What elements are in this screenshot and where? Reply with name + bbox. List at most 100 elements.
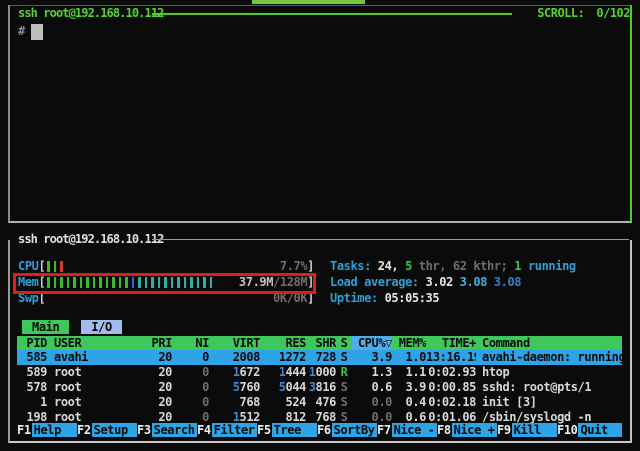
tab-io[interactable]: I/O: [81, 320, 121, 334]
column-header-time[interactable]: TIME+: [426, 336, 476, 350]
fkey-number: F2: [77, 423, 92, 437]
fkey-label: Filter: [212, 423, 257, 437]
column-header-command[interactable]: Command: [476, 336, 622, 350]
fkey-nice-[interactable]: F7Nice -: [377, 423, 437, 437]
fkey-number: F9: [497, 423, 512, 437]
cell-s: S: [336, 380, 352, 395]
column-header-res[interactable]: RES: [260, 336, 306, 350]
fkey-number: F6: [317, 423, 332, 437]
top-ssh-pane[interactable]: [8, 5, 632, 223]
fkey-label: Tree: [272, 423, 317, 437]
cell-shr: 3816: [306, 380, 336, 395]
cell-shr: 1000: [306, 365, 336, 380]
cell-virt: 1672: [209, 365, 260, 380]
column-header-pid[interactable]: PID: [17, 336, 47, 350]
cell-cpu: 3.9: [352, 350, 392, 365]
fkey-sortby[interactable]: F6SortBy: [317, 423, 377, 437]
cell-pid: 1: [17, 395, 47, 410]
table-row[interactable]: 1root200768524476S0.00.40:02.18init [3]: [17, 395, 622, 410]
fkey-number: F1: [17, 423, 32, 437]
column-header-mem[interactable]: MEM%: [392, 336, 426, 350]
top-pane-title: ssh root@192.168.10.112: [18, 6, 163, 20]
function-key-bar: F1HelpF2SetupF3SearchF4FilterF5TreeF6Sor…: [17, 423, 622, 437]
video-progress-artifact: [252, 0, 365, 4]
scroll-value: 0/102: [596, 6, 630, 20]
fkey-search[interactable]: F3Search: [137, 423, 197, 437]
cell-time: 0:00.85: [426, 380, 476, 395]
cell-user: avahi: [47, 350, 137, 365]
column-header-virt[interactable]: VIRT: [209, 336, 260, 350]
fkey-setup[interactable]: F2Setup: [77, 423, 137, 437]
top-title-divider: [152, 13, 512, 15]
column-header-state[interactable]: S: [336, 336, 352, 350]
cell-res: 524: [260, 395, 306, 410]
fkey-tree[interactable]: F5Tree: [257, 423, 317, 437]
bottom-pane-title: ssh root@192.168.10.112: [18, 232, 163, 246]
cell-cmd: htop: [476, 365, 622, 380]
fkey-nice+[interactable]: F8Nice +: [437, 423, 497, 437]
cell-time: 0:02.93: [426, 365, 476, 380]
tab-main[interactable]: Main: [22, 320, 69, 334]
cell-cmd: avahi-daemon: running: [476, 350, 622, 365]
cell-virt: 2008: [209, 350, 260, 365]
htop-tab-bar: Main I/O: [17, 320, 622, 334]
shell-prompt[interactable]: #: [18, 24, 25, 38]
cell-cpu: 0.0: [352, 395, 392, 410]
tasks-summary: Tasks: 24, 5 thr, 62 kthr; 1 running: [330, 259, 630, 274]
column-header-cpu-sorted[interactable]: CPU%▽: [352, 336, 392, 350]
cell-time: 0:02.18: [426, 395, 476, 410]
cell-user: root: [47, 395, 137, 410]
cell-ni: 0: [172, 380, 209, 395]
fkey-kill[interactable]: F9Kill: [497, 423, 557, 437]
cell-user: root: [47, 365, 137, 380]
cell-ni: 0: [172, 395, 209, 410]
cell-pri: 20: [137, 365, 172, 380]
cell-cpu: 1.3: [352, 365, 392, 380]
meter-bar-tick: [54, 261, 57, 272]
table-row[interactable]: 578root200576050443816S0.63.90:00.85sshd…: [17, 380, 622, 395]
cell-pid: 589: [17, 365, 47, 380]
fkey-help[interactable]: F1Help: [17, 423, 77, 437]
fkey-label: Nice -: [392, 423, 437, 437]
meter-bar-tick: [60, 261, 63, 272]
cell-pri: 20: [137, 395, 172, 410]
load-average-summary: Load average: 3.02 3.08 3.08: [330, 275, 630, 290]
cell-res: 5044: [260, 380, 306, 395]
fkey-number: F5: [257, 423, 272, 437]
fkey-label: Help: [32, 423, 77, 437]
fkey-label: Setup: [92, 423, 137, 437]
cell-cpu: 0.6: [352, 380, 392, 395]
cell-s: S: [336, 350, 352, 365]
fkey-filter[interactable]: F4Filter: [197, 423, 257, 437]
fkey-label: Nice +: [452, 423, 497, 437]
cell-res: 1272: [260, 350, 306, 365]
cell-cmd: init [3]: [476, 395, 622, 410]
cell-mem: 1.1: [392, 365, 426, 380]
fkey-number: F8: [437, 423, 452, 437]
column-header-ni[interactable]: NI: [172, 336, 209, 350]
column-header-user[interactable]: USER: [47, 336, 137, 350]
fkey-number: F10: [557, 423, 578, 437]
cpu-meter-label: CPU: [18, 259, 38, 274]
cell-user: root: [47, 380, 137, 395]
cell-virt: 5760: [209, 380, 260, 395]
table-row[interactable]: 589root200167214441000R1.31.10:02.93htop: [17, 365, 622, 380]
scroll-label: SCROLL:: [537, 6, 584, 20]
table-row[interactable]: 585avahi20020081272728S3.91.013:16.19ava…: [17, 350, 622, 365]
fkey-label: Kill: [512, 423, 557, 437]
fkey-number: F7: [377, 423, 392, 437]
process-table-body: 585avahi20020081272728S3.91.013:16.19ava…: [17, 350, 622, 425]
cell-pid: 578: [17, 380, 47, 395]
fkey-quit[interactable]: F10Quit: [557, 423, 622, 437]
cell-shr: 728: [306, 350, 336, 365]
fkey-number: F3: [137, 423, 152, 437]
column-header-shr[interactable]: SHR: [306, 336, 336, 350]
mem-highlight-annotation: [13, 273, 316, 294]
cell-virt: 768: [209, 395, 260, 410]
fkey-label: Quit: [578, 423, 622, 437]
uptime-summary: Uptime: 05:05:35: [330, 291, 630, 306]
cell-s: S: [336, 395, 352, 410]
cell-s: R: [336, 365, 352, 380]
bottom-title-divider: [152, 239, 629, 240]
column-header-pri[interactable]: PRI: [137, 336, 172, 350]
